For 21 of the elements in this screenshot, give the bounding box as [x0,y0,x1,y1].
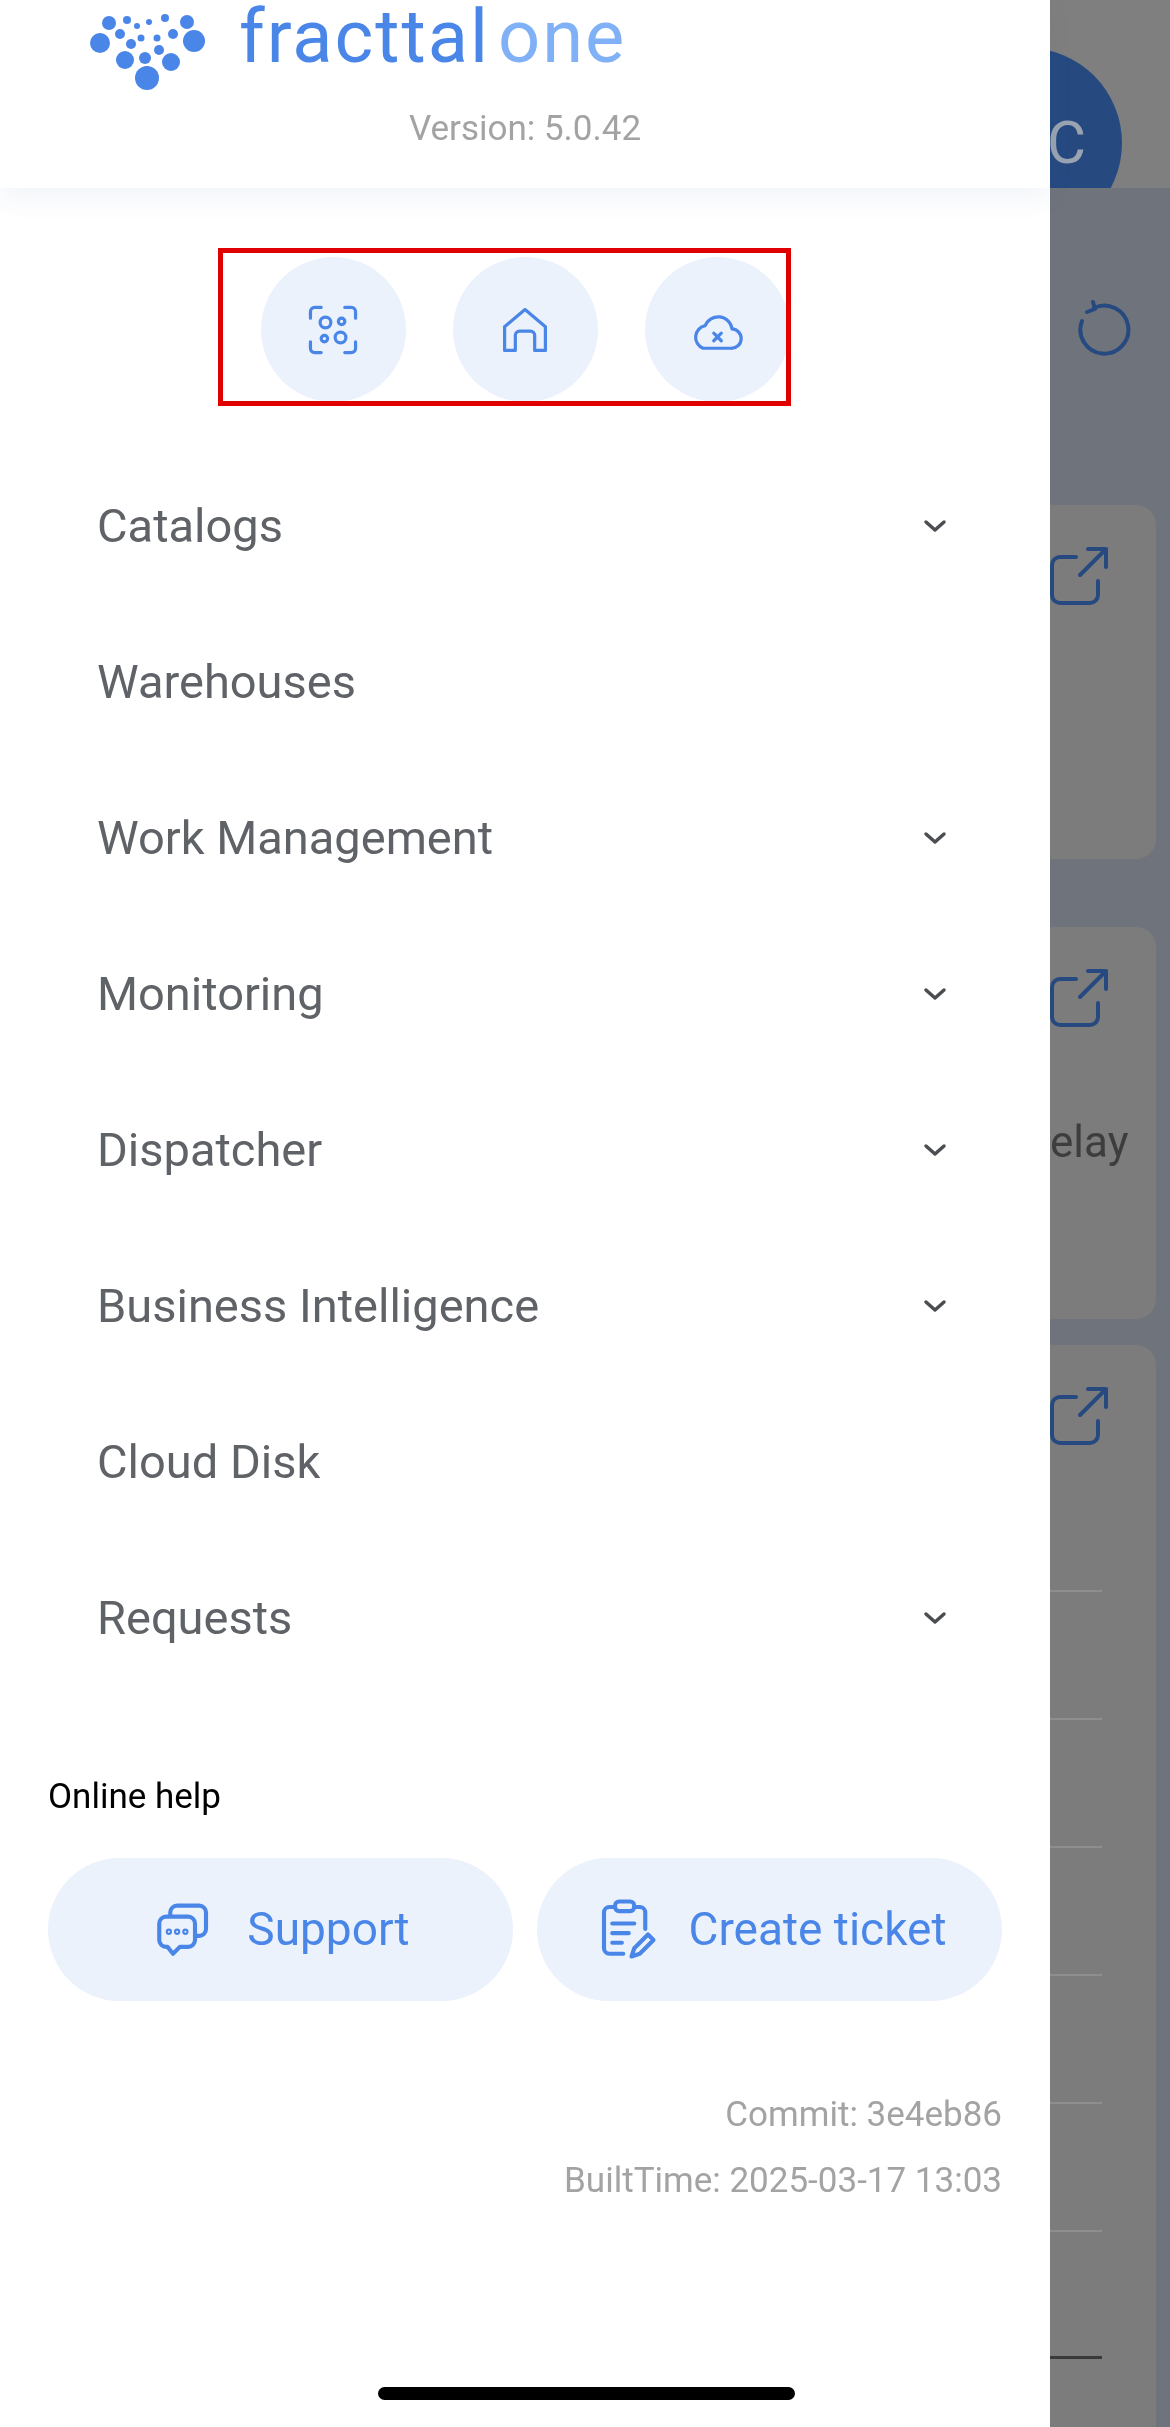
card-text: elay [1050,1115,1129,1170]
external-link-icon [1050,1385,1110,1447]
logo-text: fracttal [239,0,490,74]
version-text: Version: 5.0.42 [408,107,642,151]
menu-item[interactable]: Catalogs [0,448,1050,604]
menu-item[interactable]: Dispatcher [0,1072,1050,1228]
help-button[interactable]: Create ticket [537,1857,1002,2001]
section-title: Online help [48,1775,222,1819]
external-link-icon [1050,545,1110,607]
menu-item[interactable]: Cloud Disk [0,1384,1050,1540]
build-time-text: BuiltTime: 2025-03-17 13:03 [564,2159,1002,2203]
menu-item[interactable]: Warehouses [0,604,1050,760]
avatar-letter: C [1050,113,1086,173]
menu-item[interactable]: Monitoring [0,916,1050,1072]
menu-item[interactable]: Work Management [0,760,1050,916]
commit-text: Commit: 3e4eb86 [725,2092,1002,2137]
menu-item[interactable]: Requests [0,1540,1050,1696]
logo-text: one [498,0,627,74]
external-link-icon [1050,967,1110,1029]
menu-item[interactable]: Business Intelligence [0,1228,1050,1384]
help-button[interactable]: Support [48,1857,513,2001]
